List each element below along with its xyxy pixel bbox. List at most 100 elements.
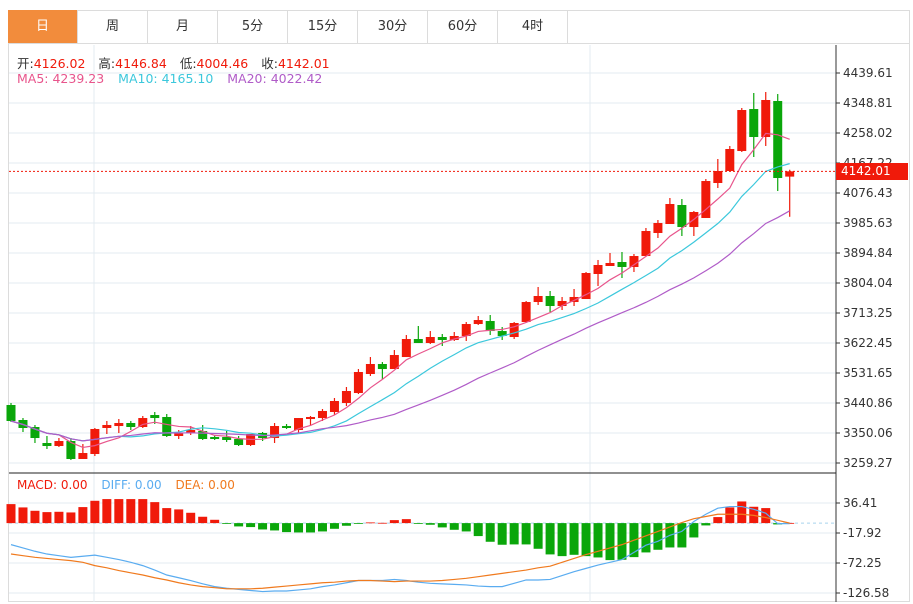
candle — [605, 253, 615, 266]
macd-bar — [497, 523, 507, 545]
price-tick-label: 3985.63 — [843, 216, 893, 230]
candle-body — [102, 424, 112, 428]
moving-average-lines — [10, 132, 790, 449]
candle — [90, 427, 100, 457]
high-label: 高: — [98, 56, 116, 71]
dea-line — [10, 513, 790, 590]
current-price-tag: 4142.01 — [836, 163, 908, 180]
macd-tick-label: -72.25 — [843, 556, 882, 570]
candle — [521, 300, 531, 323]
macd-bar — [138, 499, 148, 524]
ma20-value: MA20: 4022.42 — [227, 71, 323, 86]
candle-body — [725, 148, 735, 172]
candle — [617, 251, 627, 278]
macd-bar — [725, 507, 735, 524]
candle-body — [90, 428, 100, 455]
macd-bar — [545, 523, 555, 555]
ma5-line — [10, 132, 790, 449]
macd-bar — [150, 502, 160, 524]
candle — [42, 435, 52, 450]
candle — [461, 322, 471, 342]
candle — [737, 107, 747, 153]
candle — [545, 291, 555, 312]
macd-bar — [557, 523, 567, 557]
macd-bar — [641, 523, 651, 553]
candle-body — [114, 423, 124, 427]
candle — [593, 259, 603, 286]
candle-body — [413, 339, 423, 344]
ma-info: MA5: 4239.23 MA10: 4165.10 MA20: 4022.42 — [17, 71, 332, 86]
candle — [509, 322, 519, 340]
price-tick-label: 4076.43 — [843, 186, 893, 200]
price-tick-label: 3440.86 — [843, 396, 893, 410]
macd-bar — [509, 523, 519, 545]
price-tick-label: 3350.06 — [843, 426, 893, 440]
macd-bar — [677, 523, 687, 548]
macd-bar — [521, 523, 531, 545]
candle-body — [54, 441, 64, 447]
candle — [114, 419, 124, 434]
macd-bar — [353, 523, 363, 524]
candle-body — [593, 265, 603, 274]
macd-bar — [294, 523, 304, 533]
candle-body — [365, 363, 375, 375]
candle-body — [713, 171, 723, 183]
kline-chart: 4439.614348.814258.024167.224076.433985.… — [6, 45, 893, 602]
ohlc-info: 开:4126.02 高:4146.84 低:4004.46 收:4142.01 — [17, 53, 339, 72]
candle-body — [126, 423, 136, 428]
open-value: 4126.02 — [33, 56, 86, 71]
macd-bar — [222, 523, 232, 524]
price-tick-label: 3804.04 — [843, 276, 893, 290]
candle — [389, 350, 399, 370]
candle — [485, 314, 495, 336]
candle-body — [761, 99, 771, 138]
candle — [246, 434, 256, 447]
candle — [126, 420, 136, 431]
macd-bar — [54, 511, 64, 524]
candle-body — [6, 405, 16, 421]
candle-body — [749, 109, 759, 138]
macd-bar — [569, 523, 579, 555]
macd-value: MACD: 0.00 — [17, 478, 88, 492]
candle-body — [653, 223, 663, 233]
macd-bar — [246, 523, 256, 528]
price-tick-label: 3259.27 — [843, 456, 893, 470]
macd-bar — [461, 523, 471, 532]
open-label: 开: — [17, 56, 34, 71]
low-value: 4004.46 — [196, 56, 249, 71]
macd-panel — [6, 499, 836, 593]
ma10-value: MA10: 4165.10 — [118, 71, 214, 86]
macd-bar — [210, 519, 220, 524]
candle — [533, 287, 543, 305]
macd-bar — [473, 523, 483, 537]
low-label: 低: — [179, 56, 197, 71]
candle-body — [533, 295, 543, 303]
macd-bar — [174, 509, 184, 524]
candle — [689, 211, 699, 236]
macd-bar — [90, 500, 100, 524]
macd-bar — [270, 523, 280, 531]
candle-body — [677, 205, 687, 228]
macd-bar — [306, 523, 315, 533]
price-tick-label: 4258.02 — [843, 126, 893, 140]
macd-bar — [18, 507, 28, 524]
candle-body — [317, 410, 327, 419]
macd-bar — [689, 523, 699, 538]
candle — [665, 197, 675, 225]
macd-bar — [653, 523, 663, 550]
macd-bar — [389, 520, 399, 524]
macd-bar — [617, 523, 627, 560]
candle — [569, 288, 579, 307]
candle-body — [437, 337, 447, 341]
macd-bar — [114, 499, 124, 524]
price-tick-label: 3622.45 — [843, 336, 893, 350]
candle — [773, 94, 783, 192]
candle — [270, 423, 280, 444]
macd-bar — [6, 504, 16, 524]
candle-body — [401, 339, 411, 358]
candle-body — [737, 110, 747, 152]
candle-body — [282, 426, 292, 428]
ma5-value: MA5: 4239.23 — [17, 71, 105, 86]
candle — [401, 335, 411, 358]
ma20-line — [10, 210, 790, 442]
